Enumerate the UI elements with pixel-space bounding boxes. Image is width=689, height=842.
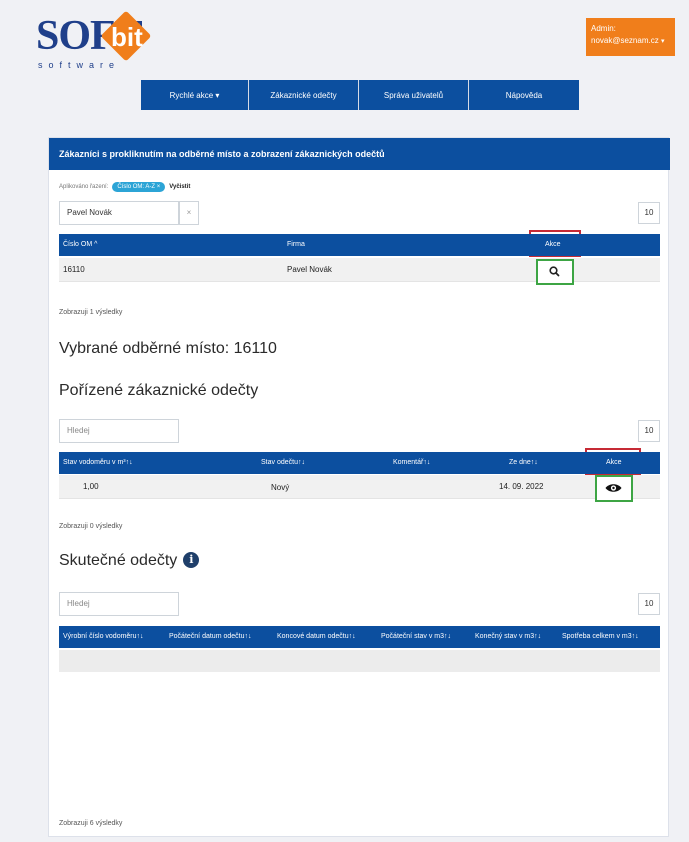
col-spotreba[interactable]: Spotřeba celkem v m3↑↓ [562, 633, 639, 640]
actual-readings-heading: Skutečné odečty i [59, 552, 200, 570]
col-pocatecni-datum[interactable]: Počáteční datum odečtu↑↓ [169, 633, 252, 640]
main-card: Zákazníci s prokliknutím na odběrné míst… [48, 137, 670, 837]
view-customer-button[interactable] [536, 259, 574, 285]
readings-table-header: Stav vodoměru v m³↑↓ Stav odečtu↑↓ Komen… [59, 452, 660, 474]
customer-page-size[interactable]: 10 [638, 202, 660, 224]
logo-subtitle: software [38, 60, 121, 70]
readings-page-size[interactable]: 10 [638, 420, 660, 442]
col-pocatecni-stav[interactable]: Počáteční stav v m3↑↓ [381, 633, 451, 640]
cell-om: 16110 [63, 265, 85, 274]
applied-sort: Aplikováno řazení: Číslo OM: A-Z × Vyčis… [59, 182, 190, 192]
view-reading-button[interactable] [595, 475, 633, 502]
table-row: 1,00 Nový 14. 09. 2022 [59, 475, 660, 499]
sort-chip[interactable]: Číslo OM: A-Z × [112, 182, 166, 192]
col-komentar[interactable]: Komentář↑↓ [393, 459, 430, 466]
card-title: Zákazníci s prokliknutím na odběrné míst… [49, 138, 670, 170]
cell-firma: Pavel Novák [287, 265, 332, 274]
actual-search-input[interactable]: Hledej [59, 592, 179, 616]
logo-bit-text: bit [111, 22, 143, 52]
col-cislo-om[interactable]: Číslo OM ^ [63, 241, 97, 248]
customer-result-count: Zobrazuji 1 výsledky [59, 309, 123, 316]
col-firma: Firma [287, 241, 305, 248]
col-akce-2: Akce [606, 459, 622, 466]
nav-user-management[interactable]: Správa uživatelů [359, 80, 469, 110]
col-vyrobni-cislo[interactable]: Výrobní číslo vodoměru↑↓ [63, 633, 144, 640]
applied-sort-label: Aplikováno řazení: [59, 184, 109, 190]
clear-search-button[interactable]: × [179, 201, 199, 225]
clear-sort-link[interactable]: Vyčistit [169, 184, 190, 190]
table-row [59, 650, 660, 672]
selected-om-heading: Vybrané odběrné místo: 16110 [59, 340, 277, 357]
eye-icon [605, 484, 622, 492]
actual-table-header: Výrobní číslo vodoměru↑↓ Počáteční datum… [59, 626, 660, 648]
col-akce: Akce [545, 241, 561, 248]
col-stav-odectu[interactable]: Stav odečtu↑↓ [261, 459, 305, 466]
actual-page-size[interactable]: 10 [638, 593, 660, 615]
actual-readings-title: Skutečné odečty [59, 552, 178, 569]
cell-date: 14. 09. 2022 [499, 482, 544, 491]
nav-quick-actions[interactable]: Rychlé akce ▾ [141, 80, 249, 110]
actual-result-count: Zobrazuji 6 výsledky [59, 820, 123, 827]
admin-menu[interactable]: Admin: novak@seznam.cz ▾ [586, 18, 675, 56]
readings-search-input[interactable]: Hledej [59, 419, 179, 443]
nav-customer-readings[interactable]: Zákaznické odečty [249, 80, 359, 110]
customer-table-header: Číslo OM ^ Firma Akce [59, 234, 660, 256]
cell-stav: 1,00 [83, 482, 99, 491]
info-icon[interactable]: i [183, 552, 200, 568]
logo: SOFT bit software [36, 10, 176, 74]
admin-label: Admin: [591, 24, 616, 33]
main-nav: Rychlé akce ▾ Zákaznické odečty Správa u… [141, 80, 579, 110]
col-koncove-datum[interactable]: Koncové datum odečtu↑↓ [277, 633, 356, 640]
customer-search-input[interactable]: Pavel Novák [59, 201, 179, 225]
search-icon [549, 266, 560, 277]
col-stav-vodomeru[interactable]: Stav vodoměru v m³↑↓ [63, 459, 133, 466]
cell-status: Nový [271, 483, 290, 492]
nav-help[interactable]: Nápověda [469, 80, 579, 110]
readings-heading: Pořízené zákaznické odečty [59, 382, 259, 399]
readings-result-count: Zobrazuji 0 výsledky [59, 523, 123, 530]
col-ze-dne[interactable]: Ze dne↑↓ [509, 459, 538, 466]
col-konecny-stav[interactable]: Konečný stav v m3↑↓ [475, 633, 541, 640]
caret-down-icon: ▾ [660, 38, 665, 45]
admin-email: novak@seznam.cz [591, 36, 659, 45]
